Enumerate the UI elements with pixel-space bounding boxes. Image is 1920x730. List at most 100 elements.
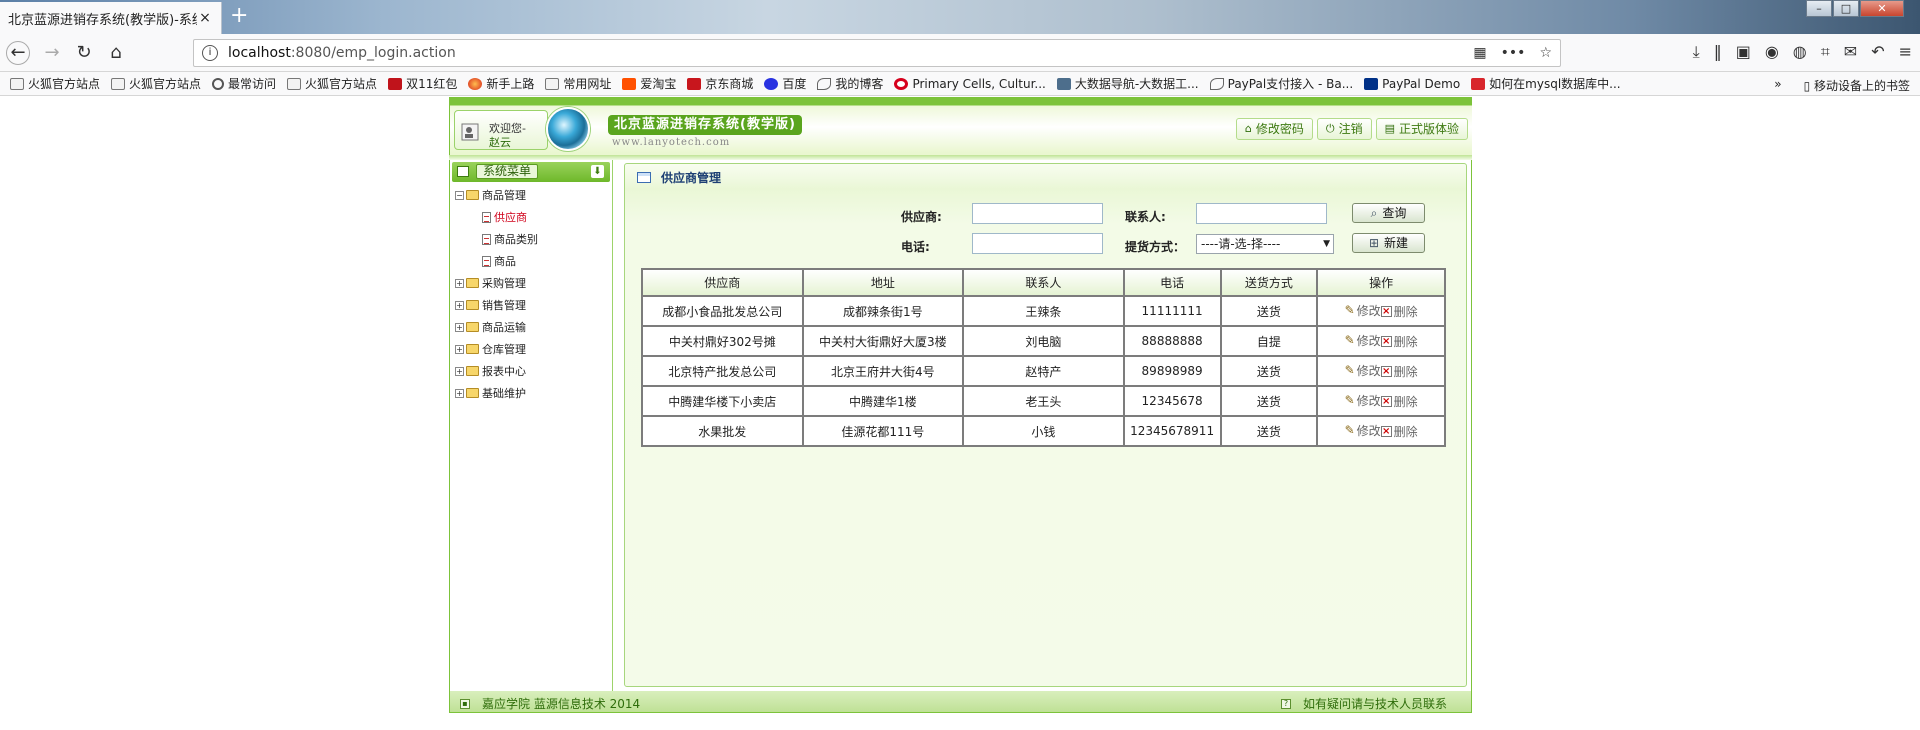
tree-node-purchase[interactable]: + 采购管理: [455, 274, 612, 292]
bookmark-item[interactable]: PayPal Demo: [1364, 77, 1460, 91]
column-header: 操作: [1316, 268, 1446, 297]
sidebar-header: 系统菜单 ⬇: [452, 162, 610, 182]
tree-node-warehouse[interactable]: + 仓库管理: [455, 340, 612, 358]
bookmark-item[interactable]: 如何在mysql数据库中...: [1471, 75, 1621, 92]
sidebar-icon[interactable]: ▣: [1736, 42, 1751, 62]
bookmark-item[interactable]: 火狐官方站点: [287, 75, 377, 92]
full-version-button[interactable]: ▤ 正式版体验: [1375, 118, 1468, 140]
table-cell: 送货: [1219, 295, 1319, 327]
bookmark-item[interactable]: 大数据导航-大数据工...: [1056, 75, 1199, 92]
bookmark-item[interactable]: 火狐官方站点: [10, 75, 100, 92]
bookmark-label: 大数据导航-大数据工...: [1074, 77, 1199, 91]
supplier-panel: 供应商管理 供应商: 联系人: ⌕ 查询 电话: 提货方式： ----请-选-择-…: [624, 163, 1467, 687]
expand-toggle-icon[interactable]: +: [455, 278, 464, 288]
delivery-select[interactable]: ----请-选-择---- ▼: [1196, 234, 1334, 254]
new-tab-button[interactable]: +: [230, 5, 248, 27]
forward-icon[interactable]: →: [40, 41, 64, 65]
back-icon[interactable]: ←: [6, 41, 30, 65]
home-icon[interactable]: ⌂: [104, 41, 128, 65]
undo-icon[interactable]: ↶: [1871, 42, 1884, 62]
screenshot-icon[interactable]: ⌗: [1821, 42, 1830, 62]
change-password-button[interactable]: ⌂ 修改密码: [1235, 118, 1313, 140]
collapse-toggle-icon[interactable]: −: [455, 190, 464, 200]
edit-link[interactable]: ✎ 修改: [1345, 422, 1381, 439]
library-icon[interactable]: ‖: [1714, 42, 1722, 62]
tree-item-label: 商品: [494, 255, 516, 268]
reload-icon[interactable]: ↻: [72, 41, 96, 65]
url-text[interactable]: localhost:8080/emp_login.action: [228, 45, 1459, 61]
delete-link[interactable]: × 删除: [1380, 393, 1418, 410]
logout-button[interactable]: ⏻ 注销: [1316, 118, 1372, 140]
edit-link[interactable]: ✎ 修改: [1345, 392, 1381, 409]
bookmark-item[interactable]: PayPal支付接入 - Ba...: [1209, 75, 1353, 92]
bookmark-item[interactable]: 京东商城: [687, 75, 753, 92]
bookmark-item[interactable]: 我的博客: [817, 75, 883, 92]
table-cell: 小钱: [962, 415, 1125, 447]
tree-node-basics[interactable]: + 基础维护: [455, 384, 612, 402]
csdn-icon: [1471, 77, 1486, 90]
footer-left: ▪ 嘉应学院 蓝源信息技术 2014: [460, 695, 640, 712]
edit-link[interactable]: ✎ 修改: [1345, 332, 1381, 349]
delete-link[interactable]: × 删除: [1380, 303, 1418, 320]
phone-input[interactable]: [972, 233, 1103, 254]
delete-link[interactable]: × 删除: [1380, 333, 1418, 350]
edit-icon: ✎: [1344, 393, 1355, 408]
tree-node-sales[interactable]: + 销售管理: [455, 296, 612, 314]
qr-code-icon[interactable]: ▦: [1473, 45, 1486, 61]
tree-node-reports[interactable]: + 报表中心: [455, 362, 612, 380]
tree-item-supplier[interactable]: 供应商: [455, 208, 612, 226]
expand-toggle-icon[interactable]: +: [455, 344, 464, 354]
tree-node-goods[interactable]: − 商品管理: [455, 186, 612, 204]
bookmark-item[interactable]: 新手上路: [468, 75, 534, 92]
menu-icon[interactable]: ≡: [1899, 42, 1912, 62]
page-actions-icon[interactable]: •••: [1501, 45, 1526, 61]
search-button[interactable]: ⌕ 查询: [1352, 203, 1425, 223]
tree-item-category[interactable]: 商品类别: [455, 230, 612, 248]
table-cell: 89898989: [1122, 355, 1222, 387]
expand-toggle-icon[interactable]: +: [455, 322, 464, 332]
supplier-input[interactable]: [972, 203, 1103, 224]
contact-input[interactable]: [1196, 203, 1327, 224]
full-version-label: 正式版体验: [1398, 122, 1459, 136]
downloads-icon[interactable]: ⤓: [1693, 42, 1700, 62]
delete-link[interactable]: × 删除: [1380, 363, 1418, 380]
actions-cell: ✎ 修改 × 删除: [1316, 355, 1446, 387]
url-bar[interactable]: i localhost:8080/emp_login.action ▦ ••• …: [193, 39, 1561, 67]
tree-item-goods[interactable]: 商品: [455, 252, 612, 270]
bookmark-item[interactable]: 百度: [764, 75, 806, 92]
tree-node-transport[interactable]: + 商品运输: [455, 318, 612, 336]
actions-cell: ✎ 修改 × 删除: [1316, 415, 1446, 447]
bookmark-label: 火狐官方站点: [305, 77, 378, 91]
maximize-icon[interactable]: □: [1833, 0, 1859, 17]
globe-icon[interactable]: ◍: [1793, 42, 1807, 62]
folder-icon: [466, 366, 479, 376]
browser-tab[interactable]: 北京蓝源进销存系统(教学版)-系统 ×: [0, 2, 222, 34]
mobile-bookmarks[interactable]: ▯ 移动设备上的书签: [1804, 77, 1910, 94]
bookmark-item[interactable]: Primary Cells, Cultur...: [894, 77, 1046, 91]
site-info-icon[interactable]: i: [202, 45, 218, 61]
edit-link[interactable]: ✎ 修改: [1345, 302, 1381, 319]
minimize-icon[interactable]: –: [1806, 0, 1832, 17]
bookmark-item[interactable]: 火狐官方站点: [111, 75, 201, 92]
delete-link[interactable]: × 删除: [1380, 423, 1418, 440]
bookmark-star-icon[interactable]: ☆: [1539, 45, 1552, 61]
bookmark-item[interactable]: 双11红包: [388, 75, 457, 92]
folder-icon: [111, 77, 126, 90]
new-button[interactable]: ⊞ 新建: [1352, 233, 1425, 253]
bookmark-item[interactable]: 爱淘宝: [622, 75, 676, 92]
window-close-icon[interactable]: ✕: [1860, 0, 1904, 17]
expand-toggle-icon[interactable]: +: [455, 366, 464, 376]
page-icon: [482, 255, 491, 267]
bookmarks-overflow-icon[interactable]: »: [1774, 77, 1781, 94]
column-header: 电话: [1122, 268, 1222, 297]
tab-close-icon[interactable]: ×: [197, 10, 213, 26]
expand-toggle-icon[interactable]: +: [455, 388, 464, 398]
sidebar: 系统菜单 ⬇ − 商品管理 供应商 商品类别 商品 + 采购管理 + 销售管理 …: [449, 160, 613, 691]
chat-icon[interactable]: ✉: [1844, 42, 1857, 62]
collapse-icon[interactable]: ⬇: [591, 165, 604, 178]
account-icon[interactable]: ◉: [1765, 42, 1779, 62]
bookmark-item[interactable]: 最常访问: [212, 75, 276, 92]
edit-link[interactable]: ✎ 修改: [1345, 362, 1381, 379]
expand-toggle-icon[interactable]: +: [455, 300, 464, 310]
bookmark-item[interactable]: 常用网址: [545, 75, 611, 92]
